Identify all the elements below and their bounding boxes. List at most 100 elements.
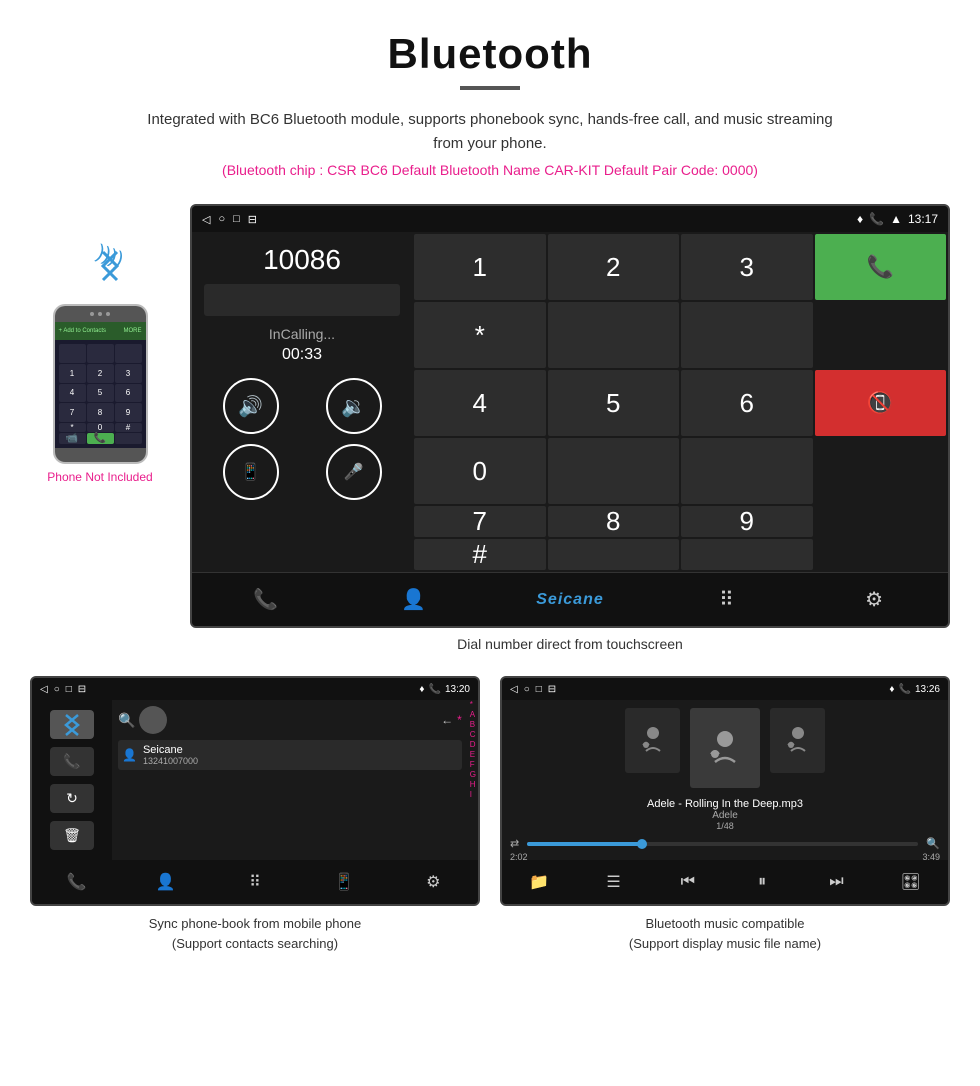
dial-end-button[interactable]: 📵: [815, 370, 947, 436]
dial-key-6[interactable]: 6: [681, 370, 813, 436]
mus-back-icon: ◁: [510, 684, 518, 695]
pb-settings-icon[interactable]: ⚙: [415, 864, 451, 900]
dial-key-1[interactable]: 1: [414, 234, 546, 300]
dial-call-button[interactable]: 📞: [815, 234, 947, 300]
letter-e[interactable]: E: [470, 750, 476, 759]
car-dialpad: 1 2 3 📞 * 4 5 6 📵 0: [412, 232, 948, 572]
phone-key: 📹: [59, 433, 86, 444]
music-caption: Bluetooth music compatible (Support disp…: [500, 914, 950, 953]
letter-i[interactable]: I: [470, 790, 476, 799]
mus-list-icon[interactable]: ☰: [595, 864, 631, 900]
search-music-icon[interactable]: 🔍: [926, 837, 940, 850]
mus-prev-icon[interactable]: ⏮: [670, 864, 706, 900]
pb-recent-icon[interactable]: 📞: [59, 864, 95, 900]
letter-star[interactable]: *: [470, 700, 476, 709]
location-icon: ♦: [857, 212, 863, 226]
phone-key: [115, 344, 142, 363]
phonebook-item: ◁ ○ □ ⊟ ♦ 📞 13:20: [30, 676, 480, 953]
dialpad-icon[interactable]: ⠿: [701, 580, 751, 620]
bluetooth-sidebar-icon[interactable]: [50, 710, 94, 739]
title-divider: [460, 86, 520, 90]
settings-icon[interactable]: ⚙: [849, 580, 899, 620]
seicane-logo: Seicane: [536, 591, 603, 609]
phonebook-status-bar: ◁ ○ □ ⊟ ♦ 📞 13:20: [32, 678, 478, 700]
music-album-covers: [625, 708, 825, 788]
letter-f[interactable]: F: [470, 760, 476, 769]
contact-number: 13241007000: [143, 756, 198, 766]
letter-b[interactable]: B: [470, 720, 476, 729]
phone-sidebar-icon[interactable]: 📞: [50, 747, 94, 776]
delete-sidebar-icon[interactable]: 🗑: [50, 821, 94, 850]
phone-dot: [106, 312, 110, 316]
phone-mockup: + Add to Contacts MORE 1 2 3 4 5 6 7 8 9…: [53, 304, 148, 464]
letter-d[interactable]: D: [470, 740, 476, 749]
pb-dialpad-icon[interactable]: ⠿: [237, 864, 273, 900]
mus-folder-icon[interactable]: 📁: [521, 864, 557, 900]
contacts-icon[interactable]: 👤: [389, 580, 439, 620]
letter-a[interactable]: A: [470, 710, 476, 719]
dial-key-5[interactable]: 5: [548, 370, 680, 436]
phone-dot: [98, 312, 102, 316]
phonebook-sidebar: 📞 ↻ 🗑: [32, 700, 112, 860]
volume-up-button[interactable]: 🔊: [223, 378, 279, 434]
pb-transfer-icon[interactable]: 📱: [326, 864, 362, 900]
dial-empty2: [815, 438, 947, 504]
bluetooth-icon-wrap: )))): [65, 234, 135, 294]
sync-sidebar-icon[interactable]: ↻: [50, 784, 94, 813]
mus-next-icon[interactable]: ⏭: [818, 864, 854, 900]
page-description: Integrated with BC6 Bluetooth module, su…: [140, 108, 840, 156]
call-number: 10086: [263, 244, 341, 276]
pb-contacts-icon[interactable]: 👤: [148, 864, 184, 900]
dial-key-hash[interactable]: #: [414, 539, 546, 570]
dial-empty: [815, 302, 947, 368]
back-icon: ◁: [202, 213, 210, 226]
main-content: )))) + Add to Contacts MORE: [0, 204, 980, 676]
dial-key-2[interactable]: 2: [548, 234, 680, 300]
phone-key: 0: [87, 423, 114, 432]
dial-key-0[interactable]: 0: [414, 438, 546, 504]
dial-key-3[interactable]: 3: [681, 234, 813, 300]
letter-h[interactable]: H: [470, 780, 476, 789]
letter-g[interactable]: G: [470, 770, 476, 779]
volume-down-button[interactable]: 🔉: [326, 378, 382, 434]
mus-equalizer-icon[interactable]: 🎛: [893, 864, 929, 900]
contact-name: Seicane: [143, 744, 198, 756]
time-current: 2:02: [510, 852, 528, 862]
mute-button[interactable]: 🎤: [326, 444, 382, 500]
phone-top-menu: + Add to Contacts MORE: [55, 322, 146, 340]
phone-key: 6: [115, 384, 142, 403]
phone-key: [59, 344, 86, 363]
phone-key: 3: [115, 364, 142, 383]
pb-phone-icon: 📞: [429, 684, 441, 695]
dial-key-4[interactable]: 4: [414, 370, 546, 436]
car-screen-caption: Dial number direct from touchscreen: [190, 636, 950, 652]
music-progress-bar[interactable]: [527, 842, 918, 846]
car-status-right: ♦ 📞 ▲ 13:17: [857, 212, 938, 226]
music-progress-fill: [527, 842, 644, 846]
car-status-left: ◁ ○ □ ⊟: [202, 213, 257, 226]
car-screen: ◁ ○ □ ⊟ ♦ 📞 ▲ 13:17 10086 InCal: [190, 204, 950, 628]
dial-key-empty2: [681, 302, 813, 368]
dial-key-star[interactable]: *: [414, 302, 546, 368]
dial-key-7[interactable]: 7: [414, 506, 546, 537]
car-status-bar: ◁ ○ □ ⊟ ♦ 📞 ▲ 13:17: [192, 206, 948, 232]
dial-key-empty3: [548, 438, 680, 504]
pb-back-arrow[interactable]: ←: [441, 713, 453, 727]
dial-key-8[interactable]: 8: [548, 506, 680, 537]
phone-key: 4: [59, 384, 86, 403]
dial-key-empty: [548, 302, 680, 368]
pb-circle-icon: ○: [54, 684, 60, 695]
search-icon[interactable]: 🔍: [118, 712, 135, 729]
transfer-button[interactable]: 📱: [223, 444, 279, 500]
call-timer: 00:33: [282, 346, 322, 364]
pb-contact-item[interactable]: 👤 Seicane 13241007000: [118, 740, 462, 770]
shuffle-icon[interactable]: ⇄: [510, 837, 519, 850]
recent-calls-icon[interactable]: 📞: [241, 580, 291, 620]
wifi-signal-icon: ▲: [890, 212, 902, 226]
letter-c[interactable]: C: [470, 730, 476, 739]
dial-key-empty4: [681, 438, 813, 504]
phone-key: 2: [87, 364, 114, 383]
phone-bottom: [55, 448, 146, 462]
mus-play-icon[interactable]: ⏸: [744, 864, 780, 900]
dial-key-9[interactable]: 9: [681, 506, 813, 537]
